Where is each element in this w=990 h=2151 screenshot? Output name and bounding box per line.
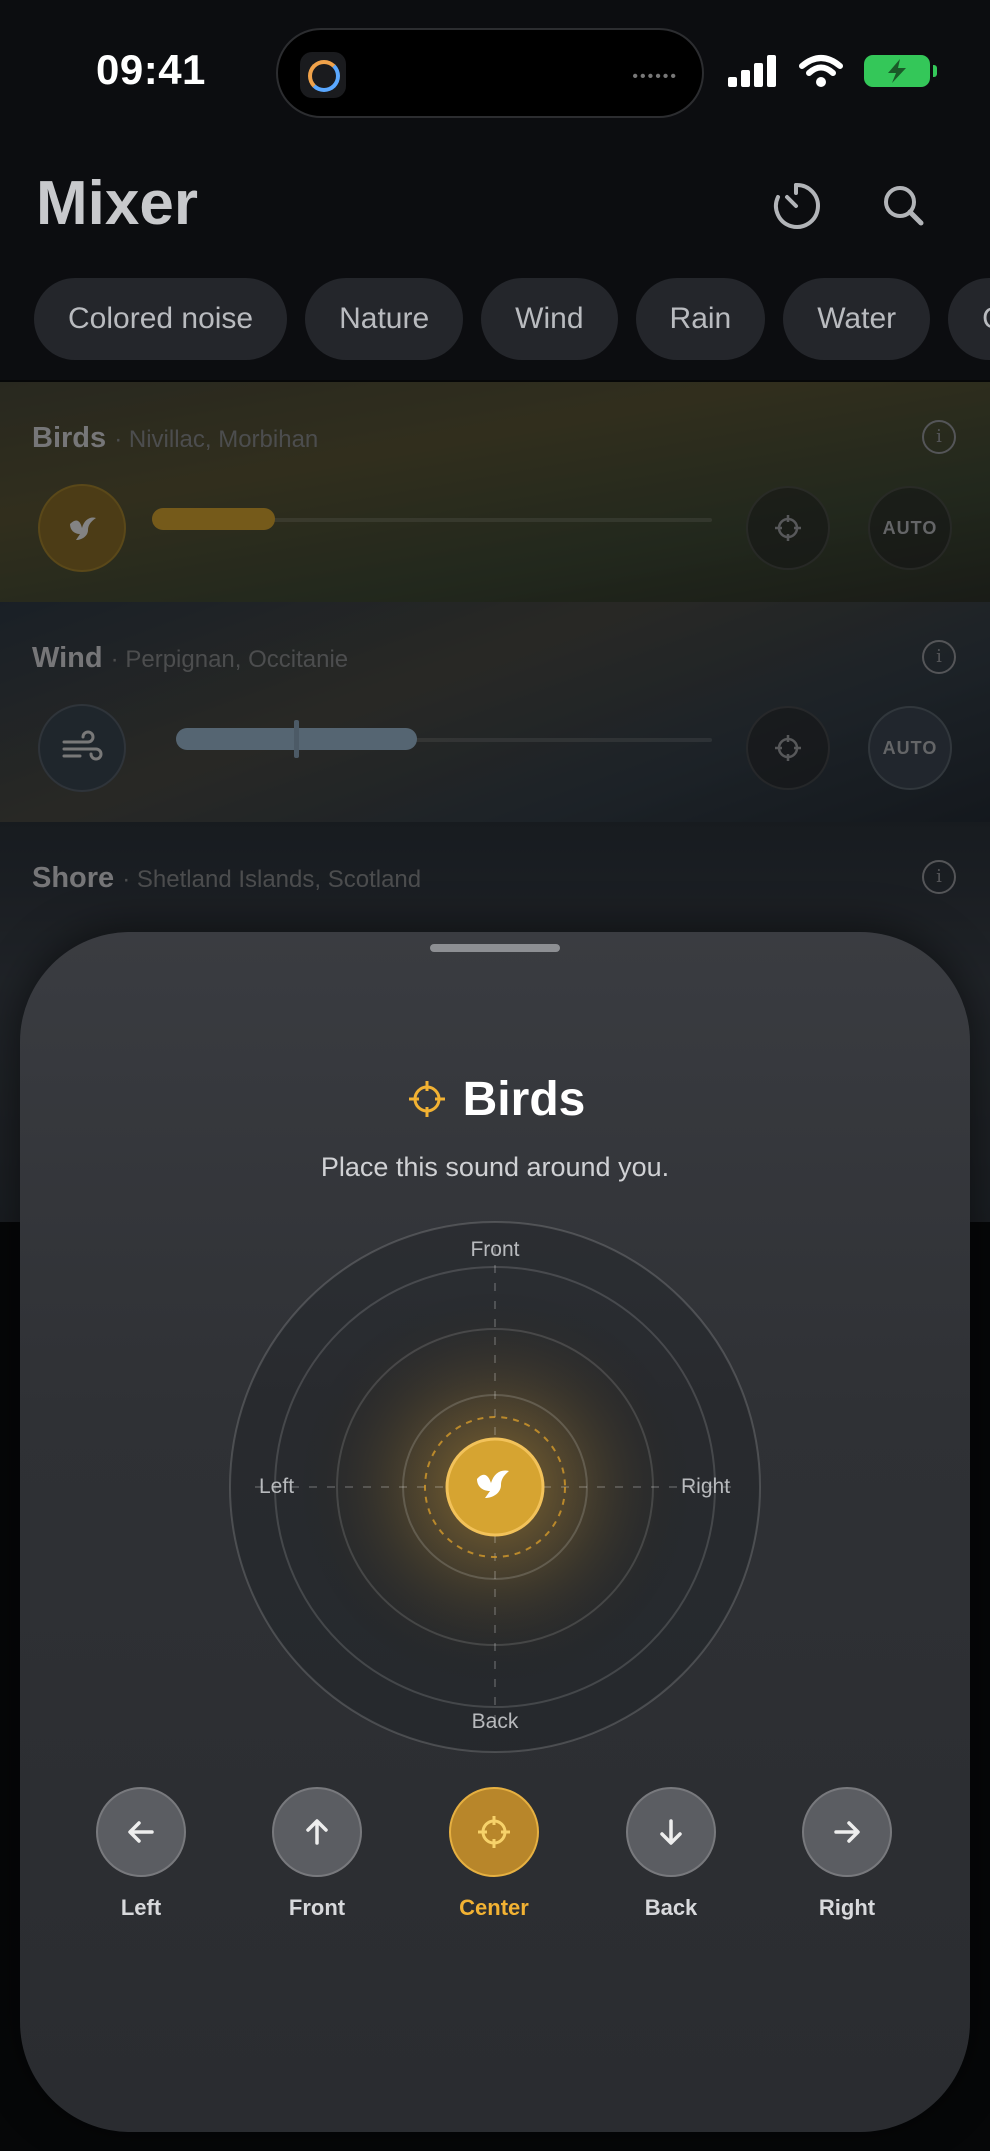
chip-rain[interactable]: Rain (635, 278, 766, 360)
position-back-label: Back (644, 1895, 698, 1920)
crosshair-icon (478, 1816, 510, 1848)
position-left-label: Left (120, 1895, 162, 1920)
category-chips: Colored noise Nature Wind Rain Water C (34, 278, 990, 360)
chip-colored-noise[interactable]: Colored noise (34, 278, 288, 360)
search-button[interactable] (874, 176, 934, 236)
radar-front-label: Front (470, 1238, 520, 1261)
sheet-title: Birds (20, 1072, 970, 1127)
activity-ring-icon (300, 52, 346, 98)
position-front-button[interactable] (272, 1787, 362, 1877)
search-icon (884, 186, 924, 226)
crosshair-icon (408, 1081, 445, 1117)
timer-icon (774, 182, 820, 229)
radar-left-label: Left (259, 1475, 295, 1498)
dynamic-island[interactable]: •••••• (276, 28, 704, 118)
position-right-button[interactable] (802, 1787, 892, 1877)
position-front-label: Front (288, 1895, 346, 1920)
battery-icon (864, 55, 937, 87)
position-center-button[interactable] (449, 1787, 539, 1877)
wifi-icon (799, 55, 843, 87)
arrow-left-icon (128, 1821, 154, 1843)
island-dots-icon: •••••• (632, 68, 678, 85)
chip-more[interactable]: C (948, 278, 990, 360)
position-center-label: Center (459, 1895, 529, 1920)
radar-right-label: Right (681, 1475, 731, 1498)
status-time: 09:41 (96, 46, 206, 93)
radar-back-label: Back (471, 1710, 519, 1733)
position-buttons: Left Front Center Back Right (20, 1787, 970, 1927)
position-back-button[interactable] (626, 1787, 716, 1877)
status-bar: 09:41 •••••• (0, 0, 990, 140)
chip-water[interactable]: Water (783, 278, 931, 360)
arrow-up-icon (306, 1819, 328, 1845)
position-left-button[interactable] (96, 1787, 186, 1877)
spatial-sheet: Birds Place this sound around you. Front… (20, 932, 970, 2132)
arrow-right-icon (834, 1821, 860, 1843)
sheet-subtitle: Place this sound around you. (320, 1152, 670, 1182)
chip-nature[interactable]: Nature (305, 278, 464, 360)
chip-wind[interactable]: Wind (481, 278, 618, 360)
page-title: Mixer (36, 169, 198, 238)
sheet-grabber[interactable] (430, 944, 560, 952)
timer-button[interactable] (766, 176, 826, 236)
arrow-down-icon (660, 1819, 682, 1845)
position-right-label: Right (818, 1895, 876, 1920)
signal-icon (728, 55, 776, 87)
